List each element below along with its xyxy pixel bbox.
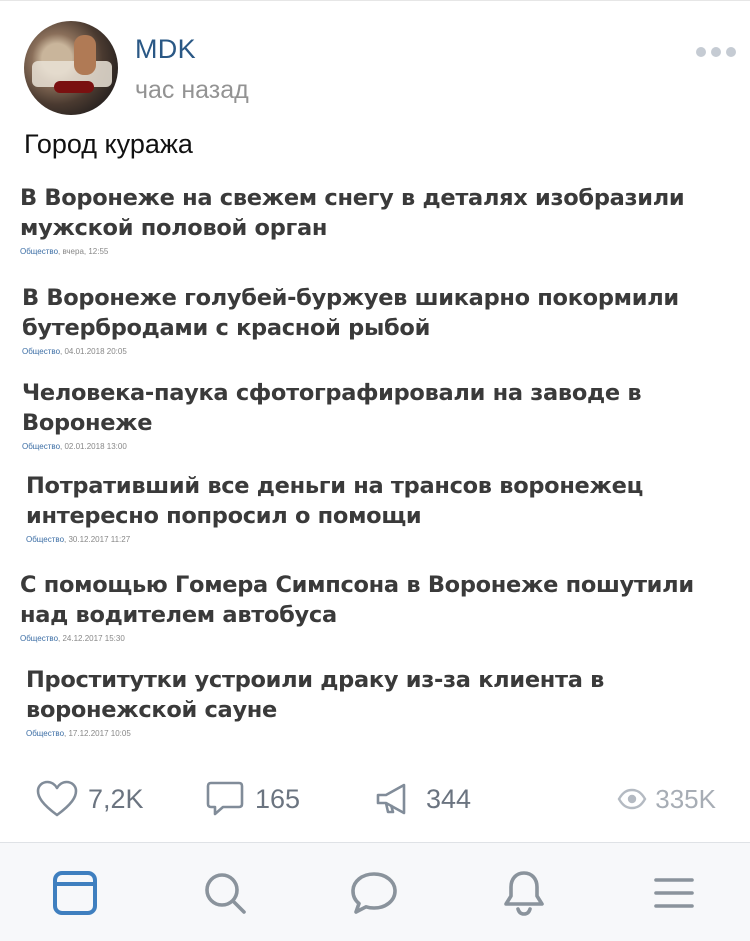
news-meta: Общество, 17.12.2017 10:05	[26, 729, 131, 738]
menu-icon	[654, 878, 694, 908]
notifications-icon	[504, 871, 544, 916]
news-title: С помощью Гомера Симпсона в Воронеже пош…	[20, 572, 694, 628]
comment-button[interactable]: 165	[205, 779, 300, 819]
news-title: В Воронеже голубей-буржуев шикарно покор…	[22, 285, 679, 341]
messages-icon	[351, 872, 397, 914]
likes-count: 7,2K	[88, 783, 144, 814]
news-title: Потративший все деньги на трансов вороне…	[26, 473, 643, 529]
post-header: MDK час назад	[24, 21, 736, 115]
news-item: Проститутки устроили драку из-за клиента…	[26, 665, 604, 738]
news-title: Проститутки устроили драку из-за клиента…	[26, 667, 605, 723]
share-button[interactable]: 344	[374, 779, 471, 819]
news-item: Человека-паука сфотографировали на завод…	[22, 378, 642, 451]
news-meta: Общество, 02.01.2018 13:00	[22, 442, 127, 451]
news-meta: Общество, 04.01.2018 20:05	[22, 347, 127, 356]
news-item: В Воронеже голубей-буржуев шикарно покор…	[22, 283, 679, 356]
megaphone-icon	[376, 783, 406, 815]
news-meta: Общество, 24.12.2017 15:30	[20, 634, 125, 643]
news-item: В Воронеже на свежем снегу в деталях изо…	[20, 183, 685, 256]
author-name[interactable]: MDK	[135, 34, 196, 65]
news-title: В Воронеже на свежем снегу в деталях изо…	[20, 185, 685, 241]
views-counter: 335K	[617, 779, 716, 819]
more-options-icon[interactable]	[696, 47, 738, 59]
post-time: час назад	[135, 76, 249, 104]
tab-notifications[interactable]	[498, 867, 550, 919]
news-meta: Общество, вчера, 12:55	[20, 247, 109, 256]
post-card: MDK час назад Город куража В Воронеже на…	[0, 0, 750, 840]
tab-search[interactable]	[199, 867, 251, 919]
avatar[interactable]	[24, 21, 118, 115]
post-actions: 7,2K 165 344 335K	[0, 771, 750, 827]
news-item: Потративший все деньги на трансов вороне…	[26, 471, 643, 544]
news-title: Человека-паука сфотографировали на завод…	[22, 380, 642, 436]
news-icon	[53, 871, 97, 915]
post-text: Город куража	[24, 129, 193, 159]
search-icon	[205, 873, 246, 914]
eye-icon	[617, 788, 647, 810]
reposts-count: 344	[426, 783, 472, 814]
tab-news[interactable]	[49, 867, 101, 919]
comment-icon	[206, 781, 244, 816]
heart-icon	[36, 780, 78, 817]
tab-messages[interactable]	[348, 867, 400, 919]
news-meta: Общество, 30.12.2017 11:27	[26, 535, 131, 544]
like-button[interactable]: 7,2K	[36, 779, 144, 819]
news-item: С помощью Гомера Симпсона в Воронеже пош…	[20, 570, 694, 643]
views-count: 335K	[655, 783, 716, 814]
comments-count: 165	[255, 783, 301, 814]
tab-menu[interactable]	[648, 867, 700, 919]
bottom-tab-bar	[0, 842, 750, 941]
